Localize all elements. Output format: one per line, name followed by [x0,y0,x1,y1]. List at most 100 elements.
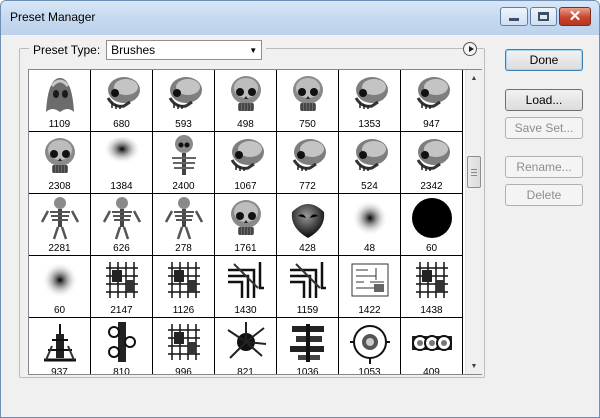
brush-size-label: 1109 [48,119,71,130]
brush-preset-cell[interactable]: 1126 [153,256,215,318]
preset-type-value: Brushes [111,43,156,57]
brush-preset-cell[interactable]: 1438 [401,256,463,318]
brush-size-label: 1761 [234,243,257,254]
brush-size-label: 1067 [234,181,257,192]
brush-thumbnail-icon [347,258,393,302]
scroll-up-arrow-icon[interactable]: ▲ [466,70,482,86]
brush-size-label: 2400 [172,181,195,192]
brush-thumbnail-icon [409,134,455,178]
brush-size-label: 810 [113,367,130,374]
brush-thumbnail-icon [161,196,207,240]
brush-preset-cell[interactable]: 1109 [29,70,91,132]
brush-preset-cell[interactable]: 593 [153,70,215,132]
brush-preset-cell[interactable]: 428 [277,194,339,256]
brush-preset-cell[interactable]: 937 [29,318,91,374]
brush-thumbnail-icon [285,72,331,116]
save-set-button[interactable]: Save Set... [505,117,583,139]
brush-preset-cell[interactable]: 821 [215,318,277,374]
window-title: Preset Manager [10,10,96,24]
brush-preset-cell[interactable]: 2147 [91,256,153,318]
brush-size-label: 593 [175,119,192,130]
brush-preset-cell[interactable]: 2308 [29,132,91,194]
brush-preset-cell[interactable]: 1353 [339,70,401,132]
brush-size-label: 60 [53,305,66,316]
brush-preset-cell[interactable]: 1036 [277,318,339,374]
brush-thumbnail-icon [409,258,455,302]
scroll-thumb[interactable] [467,156,481,188]
preset-type-label: Preset Type: [33,43,101,57]
title-bar[interactable]: Preset Manager ✕ [1,1,599,35]
brush-preset-cell[interactable]: 1053 [339,318,401,374]
preset-list[interactable]: 1109 680 593 498 750 1353 947 2308 1384 2400 1067 7… [28,69,482,375]
brush-thumbnail-icon [285,134,331,178]
brush-thumbnail-icon [99,258,145,302]
preset-manager-window: Preset Manager ✕ Preset Type: Brushes ▼ … [0,0,600,418]
brush-preset-cell[interactable]: 409 [401,318,463,374]
brush-preset-cell[interactable]: 278 [153,194,215,256]
preset-type-dropdown[interactable]: Brushes ▼ [106,40,263,60]
brush-preset-cell[interactable]: 1422 [339,256,401,318]
brush-preset-cell[interactable]: 498 [215,70,277,132]
load-button[interactable]: Load... [505,89,583,111]
brush-size-label: 278 [175,243,192,254]
brush-size-label: 1430 [234,305,257,316]
done-button[interactable]: Done [505,49,583,71]
brush-size-label: 772 [299,181,316,192]
brush-preset-cell[interactable]: 60 [29,256,91,318]
brush-thumbnail-icon [285,320,331,364]
brush-thumbnail-icon [161,134,207,178]
brush-preset-cell[interactable]: 810 [91,318,153,374]
brush-preset-cell[interactable]: 2342 [401,132,463,194]
maximize-button[interactable] [530,7,557,26]
close-button[interactable]: ✕ [559,7,591,26]
brush-thumbnail-icon [347,320,393,364]
flyout-arrow-icon [468,46,474,52]
brush-preset-cell[interactable]: 60 [401,194,463,256]
brush-preset-cell[interactable]: 626 [91,194,153,256]
brush-preset-cell[interactable]: 772 [277,132,339,194]
brush-thumbnail-icon [285,258,331,302]
brush-preset-cell[interactable]: 1384 [91,132,153,194]
brush-size-label: 1159 [296,305,319,316]
brush-preset-cell[interactable]: 2400 [153,132,215,194]
scroll-down-arrow-icon[interactable]: ▼ [466,358,482,374]
brush-preset-cell[interactable]: 947 [401,70,463,132]
brush-preset-cell[interactable]: 1159 [277,256,339,318]
brush-preset-cell[interactable]: 2281 [29,194,91,256]
brush-size-label: 1053 [358,367,381,374]
close-icon: ✕ [568,8,582,25]
brush-size-label: 524 [361,181,378,192]
flyout-menu-button[interactable] [463,42,477,56]
brush-thumbnail-icon [409,72,455,116]
delete-button[interactable]: Delete [505,184,583,206]
brush-thumbnail-icon [37,258,83,302]
brush-preset-cell[interactable]: 680 [91,70,153,132]
brush-size-label: 48 [363,243,376,254]
brush-size-label: 498 [237,119,254,130]
brush-preset-cell[interactable]: 1067 [215,132,277,194]
brush-size-label: 2281 [48,243,71,254]
brush-preset-cell[interactable]: 1430 [215,256,277,318]
brush-size-label: 821 [237,367,254,374]
brush-preset-cell[interactable]: 524 [339,132,401,194]
brush-preset-cell[interactable]: 996 [153,318,215,374]
brush-preset-cell[interactable]: 750 [277,70,339,132]
maximize-icon [538,12,549,21]
brush-size-label: 680 [113,119,130,130]
brush-thumbnail-icon [37,196,83,240]
grip-line [471,172,477,173]
rename-button[interactable]: Rename... [505,156,583,178]
brush-thumbnail-icon [223,72,269,116]
grip-line [471,175,477,176]
brush-thumbnail-icon [223,196,269,240]
minimize-button[interactable] [500,7,528,26]
brush-thumbnail-icon [99,72,145,116]
brush-size-label: 2147 [110,305,133,316]
brush-thumbnail-icon [37,134,83,178]
vertical-scrollbar[interactable]: ▲ ▼ [465,70,482,374]
brush-thumbnail-icon [347,72,393,116]
brush-thumbnail-icon [99,134,145,178]
preset-type-row: Preset Type: Brushes ▼ [29,39,267,61]
brush-preset-cell[interactable]: 1761 [215,194,277,256]
brush-preset-cell[interactable]: 48 [339,194,401,256]
